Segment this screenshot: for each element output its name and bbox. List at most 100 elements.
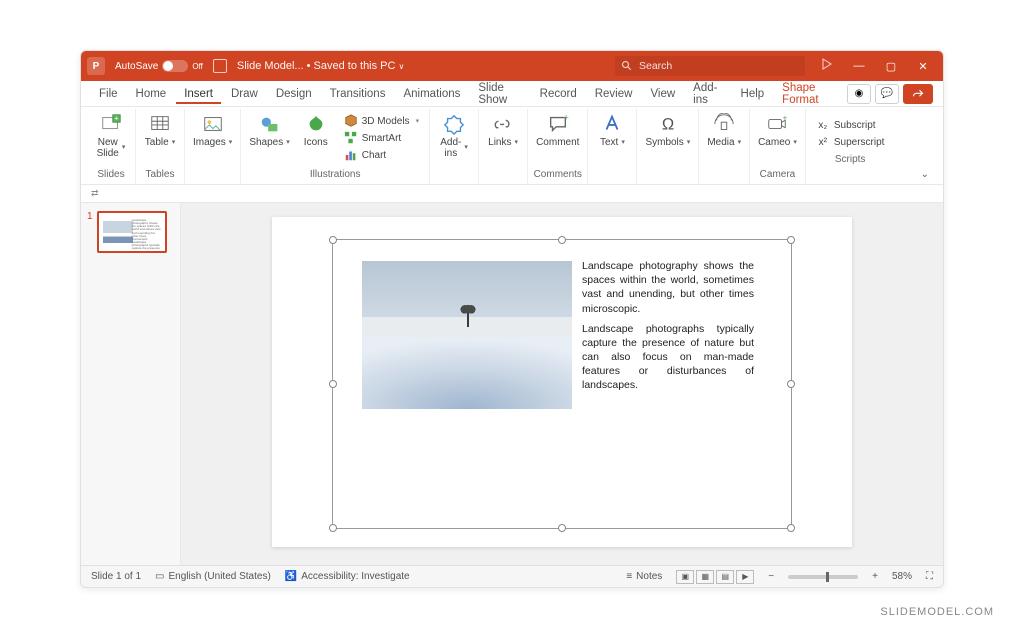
document-title[interactable]: Slide Model... • Saved to this PC ∨ xyxy=(237,60,404,72)
cameo-label: Cameo xyxy=(758,137,797,148)
tab-draw[interactable]: Draw xyxy=(223,84,266,104)
minimize-button[interactable]: — xyxy=(845,56,873,76)
table-label: Table xyxy=(145,137,175,148)
toggle-icon xyxy=(162,60,188,72)
tab-file[interactable]: File xyxy=(91,84,126,104)
tab-design[interactable]: Design xyxy=(268,84,320,104)
svg-text:Ω: Ω xyxy=(662,116,674,134)
normal-view-button[interactable]: ▣ xyxy=(676,570,694,584)
accessibility-icon: ♿ xyxy=(285,571,297,582)
media-icon xyxy=(713,113,735,135)
search-placeholder: Search xyxy=(639,60,672,72)
icons-button[interactable]: Icons xyxy=(296,111,336,150)
resize-handle-tl[interactable] xyxy=(329,236,337,244)
window-controls: — ▢ ✕ xyxy=(813,56,937,76)
reading-view-button[interactable]: ▤ xyxy=(716,570,734,584)
group-addins: Add- ins xyxy=(430,109,479,184)
slide-canvas-area[interactable]: Landscape photography shows the spaces w… xyxy=(181,203,943,565)
save-icon[interactable] xyxy=(213,59,227,73)
resize-handle-tm[interactable] xyxy=(558,236,566,244)
smartart-button[interactable]: SmartArt xyxy=(342,130,421,146)
images-icon xyxy=(202,113,224,135)
tab-insert[interactable]: Insert xyxy=(176,84,221,104)
symbols-label: Symbols xyxy=(645,137,690,148)
superscript-button[interactable]: x²Superscript xyxy=(814,134,887,150)
slide[interactable]: Landscape photography shows the spaces w… xyxy=(272,217,852,547)
notes-button[interactable]: ≡Notes xyxy=(626,571,662,582)
resize-handle-ml[interactable] xyxy=(329,380,337,388)
shapes-button[interactable]: Shapes xyxy=(245,111,293,150)
group-text: Text xyxy=(588,109,637,184)
paragraph-2: Landscape photographs typically capture … xyxy=(582,322,754,393)
fit-window-button[interactable]: ⛶ xyxy=(926,571,933,582)
tab-slideshow[interactable]: Slide Show xyxy=(470,78,529,110)
tab-help[interactable]: Help xyxy=(733,84,773,104)
ribbon-collapse-button[interactable]: ⌄ xyxy=(913,165,937,184)
resize-handle-br[interactable] xyxy=(787,524,795,532)
qat-overflow-icon[interactable]: ⇄ xyxy=(91,188,99,199)
slideshow-view-button[interactable]: ▶ xyxy=(736,570,754,584)
subscript-button[interactable]: x₂Subscript xyxy=(814,117,887,133)
maximize-button[interactable]: ▢ xyxy=(877,56,905,76)
new-slide-button[interactable]: + New Slide xyxy=(91,111,131,161)
chart-button[interactable]: Chart xyxy=(342,147,421,163)
tab-review[interactable]: Review xyxy=(587,84,641,104)
zoom-slider[interactable] xyxy=(788,575,858,579)
autosave-label: AutoSave xyxy=(115,61,158,72)
text-button[interactable]: Text xyxy=(592,111,632,150)
symbols-button[interactable]: Ω Symbols xyxy=(641,111,694,150)
resize-handle-mr[interactable] xyxy=(787,380,795,388)
3d-models-button[interactable]: 3D Models▾ xyxy=(342,113,421,129)
icons-icon xyxy=(305,113,327,135)
search-input[interactable]: Search xyxy=(615,56,805,76)
thumbnail-1[interactable]: 1 Landscape photography shows the spaces… xyxy=(87,211,174,253)
zoom-in-button[interactable]: + xyxy=(872,571,878,582)
camera-mode-button[interactable]: ◉ xyxy=(847,84,871,104)
close-button[interactable]: ✕ xyxy=(909,56,937,76)
tab-shape-format[interactable]: Shape Format xyxy=(774,78,845,110)
superscript-icon: x² xyxy=(816,135,830,149)
comment-icon: + xyxy=(547,113,569,135)
tab-home[interactable]: Home xyxy=(128,84,175,104)
links-label: Links xyxy=(488,137,518,148)
resize-handle-bm[interactable] xyxy=(558,524,566,532)
comments-pane-button[interactable]: 💬 xyxy=(875,84,899,104)
mic-icon[interactable] xyxy=(813,56,841,76)
slide-text-box[interactable]: Landscape photography shows the spaces w… xyxy=(582,259,754,399)
notes-icon: ≡ xyxy=(626,571,632,582)
resize-handle-tr[interactable] xyxy=(787,236,795,244)
table-button[interactable]: Table xyxy=(140,111,180,150)
shapes-label: Shapes xyxy=(249,137,289,148)
addins-button[interactable]: Add- ins xyxy=(434,111,474,161)
table-icon xyxy=(149,113,171,135)
language-button[interactable]: ▭English (United States) xyxy=(155,571,271,582)
tab-view[interactable]: View xyxy=(642,84,683,104)
images-button[interactable]: Images xyxy=(189,111,236,150)
cameo-button[interactable]: + Cameo xyxy=(754,111,801,150)
images-label: Images xyxy=(193,137,232,148)
comment-button[interactable]: + Comment xyxy=(532,111,583,150)
sorter-view-button[interactable]: ▦ xyxy=(696,570,714,584)
autosave-toggle[interactable]: AutoSave Off xyxy=(115,60,203,72)
thumbnail-preview: Landscape photography shows the spaces w… xyxy=(97,211,167,253)
slide-image[interactable] xyxy=(362,261,572,409)
3d-models-icon xyxy=(344,114,358,128)
new-slide-icon: + xyxy=(100,113,122,135)
subscript-icon: x₂ xyxy=(816,118,830,132)
tab-addins[interactable]: Add-ins xyxy=(685,78,730,110)
media-button[interactable]: Media xyxy=(703,111,745,150)
zoom-out-button[interactable]: − xyxy=(768,571,774,582)
group-images-label xyxy=(211,167,214,182)
group-comments: + Comment Comments xyxy=(528,109,588,184)
tab-animations[interactable]: Animations xyxy=(395,84,468,104)
share-button[interactable] xyxy=(903,84,933,104)
zoom-level[interactable]: 58% xyxy=(892,571,912,582)
tab-transitions[interactable]: Transitions xyxy=(322,84,394,104)
slide-position[interactable]: Slide 1 of 1 xyxy=(91,571,141,582)
group-tables-label: Tables xyxy=(146,167,175,182)
tab-record[interactable]: Record xyxy=(532,84,585,104)
group-symbols: Ω Symbols xyxy=(637,109,699,184)
accessibility-button[interactable]: ♿Accessibility: Investigate xyxy=(285,571,410,582)
resize-handle-bl[interactable] xyxy=(329,524,337,532)
links-button[interactable]: Links xyxy=(483,111,523,150)
